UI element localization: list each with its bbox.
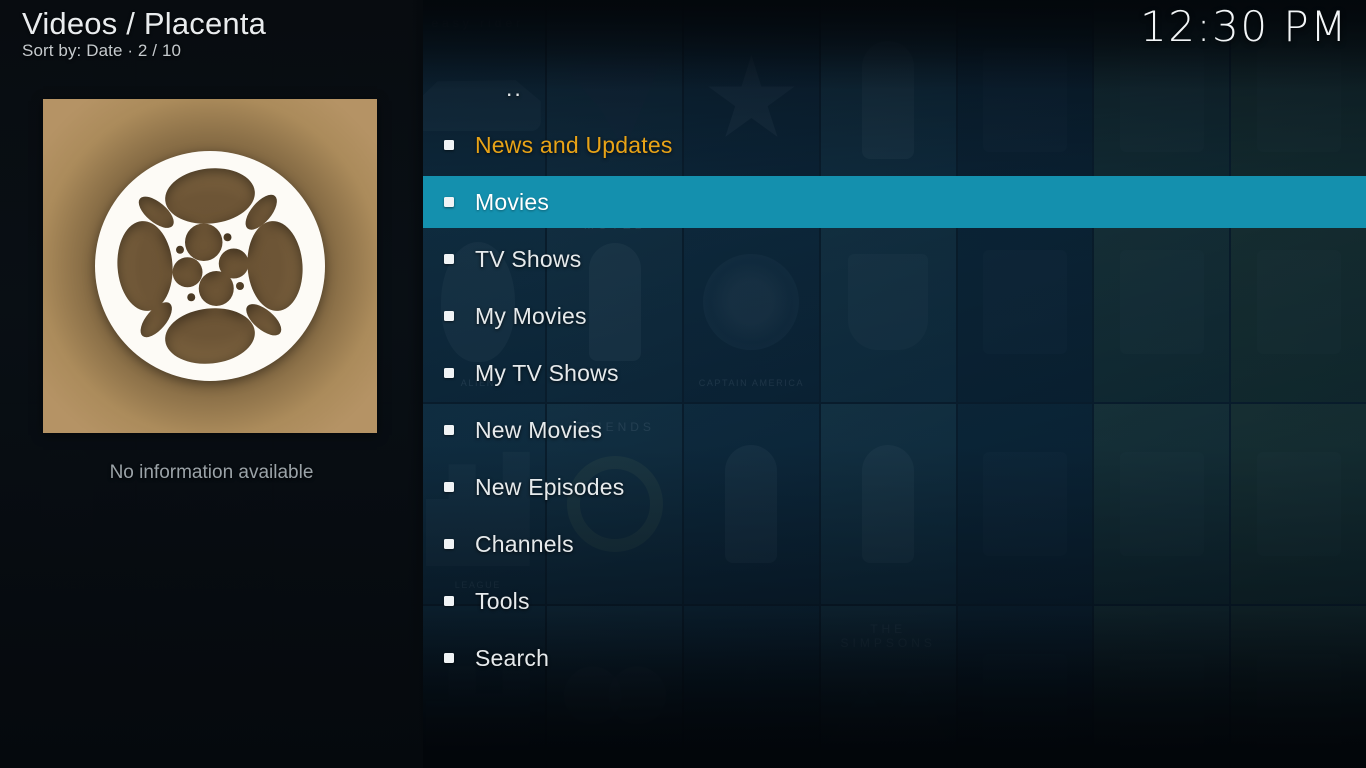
page-title: Videos / Placenta (22, 6, 267, 41)
list-item-label: .. (506, 74, 523, 101)
list-item-label: New Movies (475, 416, 603, 443)
bullet-icon (444, 653, 454, 663)
list-item-search[interactable]: Search (423, 632, 1366, 684)
list-item-label: Channels (475, 530, 574, 557)
no-information-text: No information available (109, 462, 314, 483)
kodi-video-browser-screen: GIRLSeasy riderSWEET DEE'SArmy of Darkne… (0, 0, 1366, 768)
list-item-my-tv-shows[interactable]: My TV Shows (423, 347, 1366, 399)
bullet-icon (444, 539, 454, 549)
folder-thumbnail (43, 99, 377, 433)
list-item-label: My TV Shows (475, 359, 619, 386)
list-item-label: Tools (475, 587, 530, 614)
list-item-label: New Episodes (475, 473, 625, 500)
bullet-icon (444, 311, 454, 321)
list-item-label: News and Updates (475, 131, 673, 158)
list-item-my-movies[interactable]: My Movies (423, 290, 1366, 342)
bullet-icon (444, 254, 454, 264)
list-item-movies[interactable]: Movies (423, 176, 1366, 228)
bullet-icon (444, 425, 454, 435)
list-item-label: My Movies (475, 302, 587, 329)
list-item-new-movies[interactable]: New Movies (423, 404, 1366, 456)
bullet-icon (444, 368, 454, 378)
list-item-channels[interactable]: Channels (423, 518, 1366, 570)
list-item-label: TV Shows (475, 245, 582, 272)
list-item-label: Movies (475, 188, 550, 215)
list-item-label: Search (475, 644, 550, 671)
info-panel: No information available (0, 0, 423, 768)
list-item-tools[interactable]: Tools (423, 575, 1366, 627)
bullet-icon (444, 482, 454, 492)
directory-list[interactable]: .. News and Updates Movies TV Shows My Movie… (423, 0, 1366, 768)
bullet-icon (444, 140, 454, 150)
film-reel-icon (85, 141, 335, 391)
bullet-icon (444, 596, 454, 606)
list-item-new-episodes[interactable]: New Episodes (423, 461, 1366, 513)
bullet-icon (444, 197, 454, 207)
list-item-news-and-updates[interactable]: News and Updates (423, 119, 1366, 171)
list-item-tv-shows[interactable]: TV Shows (423, 233, 1366, 285)
sort-and-count-label: Sort by: Date · 2 / 10 (22, 41, 182, 60)
list-item-parent[interactable]: .. (423, 62, 1366, 114)
